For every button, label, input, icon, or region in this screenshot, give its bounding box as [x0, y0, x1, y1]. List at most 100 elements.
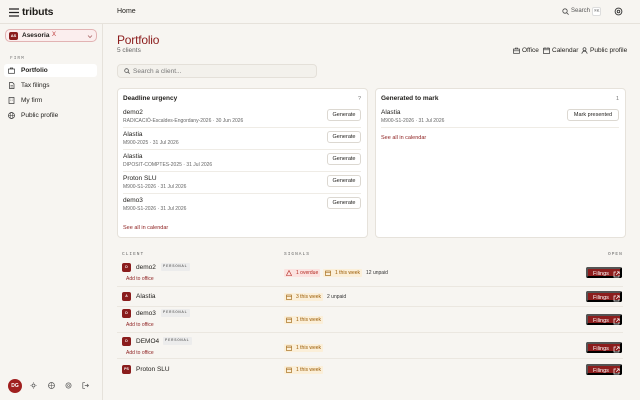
- search-icon: [124, 68, 130, 74]
- breadcrumb[interactable]: Home: [117, 8, 136, 15]
- org-mark: X: [52, 32, 57, 38]
- quick-link-label: Office: [522, 47, 539, 54]
- sidebar-item-tax-filings[interactable]: Tax filings: [4, 79, 97, 92]
- client-name[interactable]: Alastia: [136, 293, 156, 300]
- table-row[interactable]: PS Proton SLU 1 this week Filings: [117, 359, 623, 379]
- table-row[interactable]: D demo2 PERSONAL Add to office 1 overdue…: [117, 260, 623, 287]
- client-avatar: D: [122, 309, 131, 318]
- briefcase-icon: [8, 67, 15, 74]
- add-to-office-link[interactable]: Add to office: [126, 322, 154, 328]
- external-link-icon: [613, 271, 620, 278]
- row-client-name[interactable]: Proton SLU: [123, 175, 157, 182]
- search-shortcut: ⌘K: [592, 7, 602, 16]
- settings-icon[interactable]: [65, 382, 72, 389]
- sidebar-section-label: FIRM: [10, 56, 25, 61]
- client-name[interactable]: Proton SLU: [136, 366, 170, 373]
- org-avatar: AS: [9, 32, 18, 40]
- row-client-name[interactable]: demo2: [123, 109, 143, 116]
- globe-icon: [8, 112, 15, 119]
- generate-button[interactable]: Generate: [327, 131, 361, 143]
- main-content: Portfolio 5 clients Office Calendar Publ…: [103, 24, 640, 400]
- client-avatar: D: [122, 337, 131, 346]
- table-row[interactable]: D DEMO4 PERSONAL Add to office 1 this we…: [117, 333, 623, 359]
- client-search-input[interactable]: [133, 66, 313, 76]
- sidebar-footer: DG: [0, 376, 102, 396]
- urgency-row: demo3 M900-S1-2026 · 31 Jul 2026 Generat…: [123, 195, 361, 216]
- sidebar-item-portfolio[interactable]: Portfolio: [4, 64, 97, 77]
- this-week-badge: 1 this week: [323, 269, 363, 277]
- see-all-calendar-link[interactable]: See all in calendar: [381, 135, 426, 141]
- quick-link-label: Public profile: [590, 47, 628, 54]
- row-client-name[interactable]: demo3: [123, 197, 143, 204]
- org-name: Asesoria: [22, 32, 50, 39]
- calendar-icon: [325, 270, 331, 276]
- page-title: Portfolio: [117, 33, 160, 47]
- external-link-icon: [613, 295, 620, 302]
- add-to-office-link[interactable]: Add to office: [126, 350, 154, 356]
- generate-button[interactable]: Generate: [327, 109, 361, 121]
- building-icon: [8, 97, 15, 104]
- row-filing-meta: M900-S1-2026 · 31 Jul 2026: [123, 206, 187, 212]
- sidebar-item-label: My firm: [21, 97, 43, 104]
- filings-label: Filings: [593, 318, 609, 324]
- table-row[interactable]: A Alastia 3 this week 2 unpaid Filings: [117, 287, 623, 307]
- settings-gear-icon[interactable]: [614, 7, 623, 16]
- chevron-down-icon: [87, 34, 93, 39]
- row-client-name[interactable]: Alastia: [123, 131, 143, 138]
- row-client-name[interactable]: Alastia: [123, 153, 143, 160]
- urgency-row: demo2 RADICACIÓ-Escaldes-Engordany-2026 …: [123, 107, 361, 128]
- table-row[interactable]: D demo3 PERSONAL Add to office 1 this we…: [117, 307, 623, 333]
- filings-button[interactable]: Filings: [586, 267, 622, 278]
- sidebar-item-my-firm[interactable]: My firm: [4, 94, 97, 107]
- mark-presented-button[interactable]: Mark presented: [567, 109, 619, 121]
- external-link-icon: [613, 368, 620, 375]
- calendar-icon: [286, 367, 292, 373]
- user-avatar[interactable]: DG: [8, 379, 22, 393]
- card-title: Generated to mark: [381, 95, 439, 102]
- search-label: Search: [571, 8, 591, 14]
- calendar-icon: [286, 345, 292, 351]
- filings-button[interactable]: Filings: [586, 342, 622, 353]
- filings-label: Filings: [593, 295, 609, 301]
- generate-button[interactable]: Generate: [327, 153, 361, 165]
- theme-toggle-icon[interactable]: [30, 382, 37, 389]
- sidebar-item-label: Tax filings: [21, 82, 50, 89]
- card-count: 1: [615, 96, 619, 102]
- language-icon[interactable]: [48, 382, 55, 389]
- client-name[interactable]: demo2: [136, 264, 156, 271]
- client-type-badge: PERSONAL: [161, 263, 190, 271]
- this-week-badge: 3 this week: [284, 293, 324, 301]
- row-filing-meta: M900-S1-2026 · 31 Jul 2026: [381, 118, 445, 124]
- add-to-office-link[interactable]: Add to office: [126, 276, 154, 282]
- client-count: 5 clients: [117, 47, 141, 54]
- warning-icon: [286, 270, 292, 276]
- brand-logo[interactable]: tributs: [22, 6, 53, 18]
- generate-button[interactable]: Generate: [327, 175, 361, 187]
- calendar-icon: [543, 47, 550, 54]
- global-search-button[interactable]: Search ⌘K: [559, 5, 605, 18]
- sidebar-item-public-profile[interactable]: Public profile: [4, 109, 97, 122]
- filings-button[interactable]: Filings: [586, 291, 622, 302]
- filings-button[interactable]: Filings: [586, 364, 622, 375]
- urgency-row: Alastia M900-2025 · 31 Jul 2026 Generate: [123, 129, 361, 150]
- filings-label: Filings: [593, 271, 609, 277]
- see-all-calendar-link[interactable]: See all in calendar: [123, 225, 168, 231]
- client-name[interactable]: demo3: [136, 310, 156, 317]
- logout-icon[interactable]: [82, 382, 89, 389]
- client-type-badge: PERSONAL: [163, 337, 192, 345]
- this-week-badge: 1 this week: [284, 366, 324, 374]
- client-search-field[interactable]: [117, 64, 317, 78]
- filings-label: Filings: [593, 368, 609, 374]
- filings-button[interactable]: Filings: [586, 314, 622, 325]
- generate-button[interactable]: Generate: [327, 197, 361, 209]
- row-client-name[interactable]: Alastia: [381, 109, 401, 116]
- menu-icon[interactable]: [9, 8, 19, 17]
- card-help[interactable]: ?: [358, 96, 361, 102]
- sidebar-item-label: Portfolio: [21, 67, 48, 74]
- client-avatar: PS: [122, 365, 131, 374]
- org-switcher[interactable]: AS Asesoria X: [5, 29, 97, 42]
- client-name[interactable]: DEMO4: [136, 338, 159, 345]
- external-link-icon: [613, 318, 620, 325]
- this-week-label: 1 this week: [296, 367, 322, 373]
- person-icon: [581, 47, 588, 54]
